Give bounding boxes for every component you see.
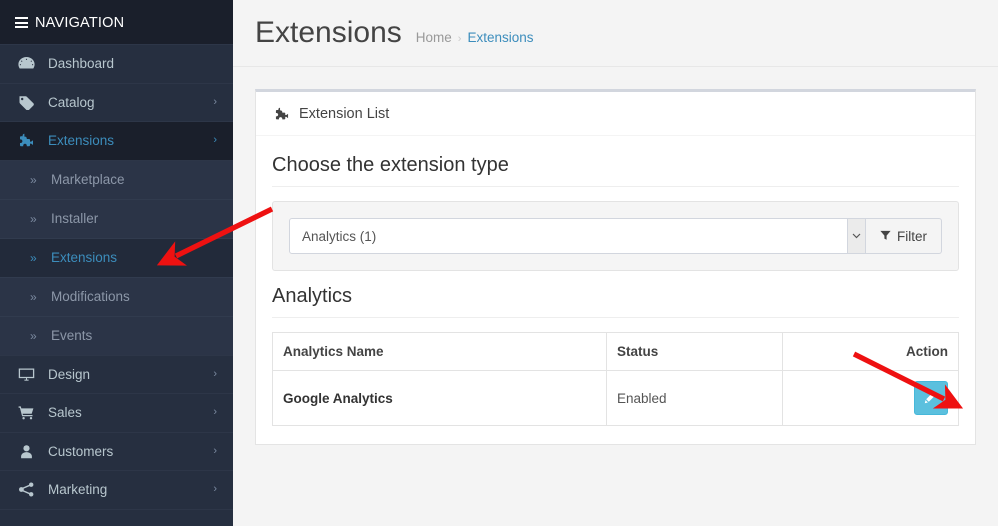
- share-icon: [18, 482, 39, 497]
- sidebar-subitem-label: Installer: [51, 211, 99, 226]
- chevron-right-icon: ›: [213, 367, 217, 380]
- funnel-icon: [880, 229, 891, 244]
- table-body: Google Analytics Enabled: [272, 370, 959, 426]
- sidebar-item-catalog[interactable]: Catalog ›: [0, 82, 233, 122]
- sidebar-item-label: Catalog: [48, 94, 95, 110]
- sidebar-item-installer[interactable]: » Installer: [0, 199, 233, 239]
- column-header-status: Status: [606, 332, 783, 371]
- filter-button[interactable]: Filter: [866, 218, 942, 254]
- chevron-right-icon: ›: [213, 444, 217, 457]
- filter-row: Analytics (1) Filter: [289, 218, 942, 254]
- puzzle-icon: [18, 133, 39, 148]
- sidebar-item-marketing[interactable]: Marketing ›: [0, 470, 233, 510]
- tag-icon: [18, 95, 39, 110]
- analytics-table: Analytics Name Status Action Google Anal…: [272, 332, 959, 426]
- main-content: Extensions Home › Extensions Extension L…: [233, 0, 998, 526]
- double-chevron-icon: »: [30, 328, 37, 343]
- double-chevron-icon: »: [30, 289, 37, 304]
- sidebar: NAVIGATION Dashboard Catalog › Extension…: [0, 0, 233, 526]
- breadcrumb: Home › Extensions: [416, 21, 534, 45]
- double-chevron-icon: »: [30, 172, 37, 187]
- dashboard-icon: [18, 56, 39, 71]
- filter-well: Analytics (1) Filter: [272, 201, 959, 271]
- panel-header: Extension List: [256, 92, 975, 136]
- filter-button-label: Filter: [897, 228, 927, 244]
- breadcrumb-home[interactable]: Home: [416, 30, 452, 45]
- sidebar-item-label: Sales: [48, 405, 82, 421]
- chevron-right-icon: ›: [213, 95, 217, 108]
- sidebar-item-marketplace[interactable]: » Marketplace: [0, 160, 233, 200]
- desktop-icon: [18, 367, 39, 382]
- sidebar-item-customers[interactable]: Customers ›: [0, 431, 233, 471]
- results-heading: Analytics: [272, 275, 959, 318]
- extension-type-select[interactable]: Analytics (1): [289, 218, 866, 254]
- sidebar-subitem-label: Extensions: [51, 250, 118, 265]
- sidebar-item-sales[interactable]: Sales ›: [0, 393, 233, 433]
- user-icon: [18, 444, 39, 459]
- sidebar-item-label: Extensions: [48, 133, 115, 149]
- breadcrumb-current[interactable]: Extensions: [467, 30, 533, 45]
- sidebar-subitem-label: Events: [51, 328, 93, 343]
- sidebar-subitem-label: Modifications: [51, 289, 130, 304]
- sidebar-item-extensions-sub[interactable]: » Extensions: [0, 238, 233, 278]
- nav-header-label: NAVIGATION: [35, 14, 125, 31]
- sidebar-item-events[interactable]: » Events: [0, 316, 233, 356]
- admin-page: NAVIGATION Dashboard Catalog › Extension…: [0, 0, 998, 526]
- cart-icon: [18, 405, 39, 420]
- double-chevron-icon: »: [30, 250, 37, 265]
- chevron-right-icon: ›: [213, 134, 217, 147]
- page-header: Extensions Home › Extensions: [233, 0, 998, 67]
- puzzle-icon: [274, 107, 290, 121]
- cell-status: Enabled: [606, 370, 783, 426]
- page-title: Extensions: [255, 16, 402, 49]
- sidebar-item-extensions[interactable]: Extensions ›: [0, 121, 233, 161]
- sidebar-item-label: Marketing: [48, 482, 108, 498]
- breadcrumb-separator: ›: [457, 33, 462, 45]
- cell-analytics-name: Google Analytics: [272, 370, 607, 426]
- sidebar-item-modifications[interactable]: » Modifications: [0, 277, 233, 317]
- sidebar-item-dashboard[interactable]: Dashboard: [0, 44, 233, 84]
- column-header-action: Action: [782, 332, 959, 371]
- column-header-analytics-name: Analytics Name: [272, 332, 607, 371]
- sidebar-item-label: Design: [48, 366, 91, 382]
- cell-action: [782, 370, 959, 426]
- section-heading: Choose the extension type: [272, 150, 959, 187]
- sidebar-item-label: Dashboard: [48, 56, 115, 72]
- sidebar-subitem-label: Marketplace: [51, 172, 125, 187]
- chevron-right-icon: ›: [213, 483, 217, 496]
- table-head: Analytics Name Status Action: [272, 332, 959, 371]
- edit-button[interactable]: [914, 381, 948, 415]
- sidebar-item-design[interactable]: Design ›: [0, 354, 233, 394]
- pencil-icon: [924, 390, 938, 407]
- chevron-right-icon: ›: [213, 406, 217, 419]
- nav-header[interactable]: NAVIGATION: [0, 0, 233, 45]
- table-header-row: Analytics Name Status Action: [272, 332, 959, 371]
- table-row: Google Analytics Enabled: [272, 370, 959, 426]
- extension-type-select-wrapper: Analytics (1): [289, 218, 866, 254]
- panel-body: Choose the extension type Analytics (1): [256, 136, 975, 444]
- extension-list-panel: Extension List Choose the extension type…: [255, 89, 976, 445]
- hamburger-icon[interactable]: [15, 17, 28, 28]
- double-chevron-icon: »: [30, 211, 37, 226]
- sidebar-item-label: Customers: [48, 443, 114, 459]
- panel-title: Extension List: [299, 105, 390, 122]
